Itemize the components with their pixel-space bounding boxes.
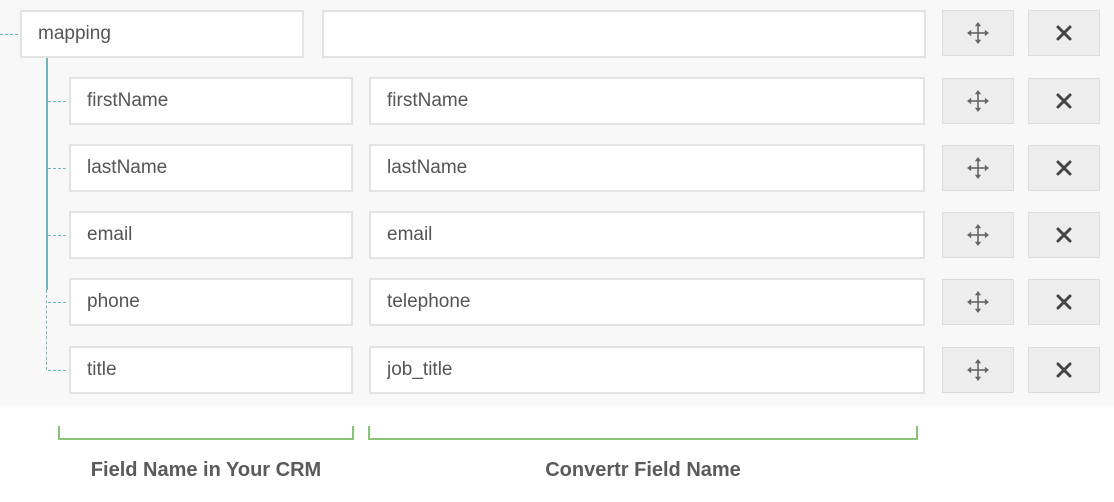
delete-button[interactable] (1028, 78, 1100, 124)
convertr-field-input[interactable] (369, 346, 925, 394)
parent-move-button[interactable] (942, 10, 1014, 56)
convertr-field-input[interactable] (369, 211, 925, 259)
move-icon (967, 359, 989, 381)
close-icon (1056, 93, 1072, 109)
convertr-field-input[interactable] (369, 77, 925, 125)
close-icon (1056, 160, 1072, 176)
tree-connector (0, 34, 18, 35)
tree-connector (48, 168, 66, 169)
move-icon (967, 224, 989, 246)
crm-field-input[interactable] (69, 346, 353, 394)
delete-button[interactable] (1028, 347, 1100, 393)
move-button[interactable] (942, 212, 1014, 258)
move-icon (967, 22, 989, 44)
parent-value-input[interactable] (322, 10, 926, 58)
close-icon (1056, 25, 1072, 41)
move-button[interactable] (942, 279, 1014, 325)
tree-connector (48, 370, 66, 371)
move-button[interactable] (942, 78, 1014, 124)
move-button[interactable] (942, 145, 1014, 191)
crm-field-input[interactable] (69, 77, 353, 125)
close-icon (1056, 294, 1072, 310)
convertr-field-bracket (368, 426, 918, 440)
tree-connector (48, 101, 66, 102)
tree-connector (48, 235, 66, 236)
close-icon (1056, 227, 1072, 243)
crm-field-caption: Field Name in Your CRM (90, 459, 322, 481)
tree-line (46, 58, 48, 290)
crm-field-bracket (58, 426, 354, 440)
delete-button[interactable] (1028, 279, 1100, 325)
mapping-panel (0, 0, 1114, 406)
close-icon (1056, 362, 1072, 378)
crm-field-input[interactable] (69, 144, 353, 192)
parent-key-input[interactable] (20, 10, 304, 58)
move-icon (967, 90, 989, 112)
convertr-field-caption: Convertr Field Name (545, 459, 741, 481)
move-icon (967, 291, 989, 313)
parent-delete-button[interactable] (1028, 10, 1100, 56)
crm-field-input[interactable] (69, 278, 353, 326)
delete-button[interactable] (1028, 145, 1100, 191)
move-icon (967, 157, 989, 179)
convertr-field-input[interactable] (369, 144, 925, 192)
tree-connector (48, 302, 66, 303)
move-button[interactable] (942, 347, 1014, 393)
crm-field-input[interactable] (69, 211, 353, 259)
tree-line-end (46, 290, 47, 370)
delete-button[interactable] (1028, 212, 1100, 258)
convertr-field-input[interactable] (369, 278, 925, 326)
